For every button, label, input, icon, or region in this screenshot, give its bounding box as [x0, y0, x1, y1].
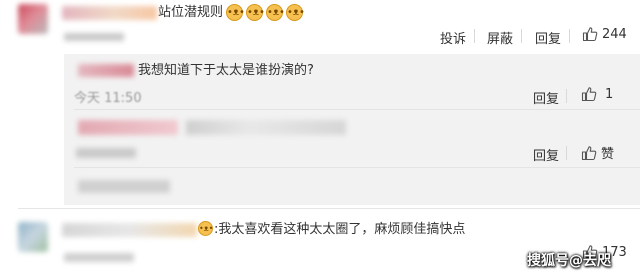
comment-text: 站位潜规则 [158, 5, 224, 20]
reply-time: 今天 11:50 [74, 91, 142, 106]
dog-face-icon: •ᴥ• [246, 4, 265, 21]
thumbs-up-icon [581, 145, 597, 160]
reply-text-blurred [186, 120, 346, 135]
thumbs-up-icon [581, 87, 597, 102]
reply-button[interactable]: 回复 [533, 88, 559, 107]
timestamp-blurred [64, 33, 124, 41]
divider [566, 89, 567, 103]
reply-button[interactable]: 回复 [533, 145, 559, 164]
divider [74, 109, 640, 110]
username-blurred[interactable] [62, 223, 197, 237]
like-button[interactable]: 1 [581, 86, 613, 102]
divider [521, 29, 522, 43]
avatar[interactable] [18, 4, 48, 34]
like-label: 赞 [601, 147, 615, 162]
view-more-replies-blurred[interactable] [78, 180, 170, 193]
reply-button[interactable]: 回复 [535, 28, 561, 47]
emoji-icon: •ᴥ• [198, 221, 213, 236]
dog-face-icon: •ᴥ• [226, 4, 245, 21]
timestamp-blurred [64, 253, 134, 262]
divider [569, 29, 570, 43]
block-button[interactable]: 屏蔽 [487, 28, 513, 47]
dog-face-icon: •ᴥ• [286, 4, 305, 21]
comment-text: :我太喜欢看这种太太圈了，麻烦顾佳搞快点 [214, 222, 466, 237]
avatar[interactable] [18, 222, 48, 252]
thumbs-up-icon [582, 27, 598, 42]
reply-text: 我想知道下于太太是谁扮演的? [138, 63, 314, 78]
like-count: 244 [602, 26, 627, 42]
like-button[interactable]: 244 [582, 26, 627, 42]
report-button[interactable]: 投诉 [440, 28, 466, 47]
divider [74, 167, 640, 168]
like-count: 1 [605, 86, 614, 102]
reply-time-blurred [76, 148, 136, 158]
watermark: 搜狐号@去咫 [527, 253, 611, 269]
reply-username-blurred[interactable] [78, 64, 134, 77]
reply-username-blurred[interactable] [78, 120, 178, 135]
comment-divider [18, 208, 640, 209]
divider [474, 29, 475, 43]
like-button[interactable]: 赞 [581, 143, 614, 162]
emoji-row: •ᴥ• •ᴥ• •ᴥ• •ᴥ• [226, 4, 305, 21]
divider [566, 146, 567, 160]
dog-face-icon: •ᴥ• [266, 4, 285, 21]
username-blurred[interactable] [62, 6, 157, 20]
